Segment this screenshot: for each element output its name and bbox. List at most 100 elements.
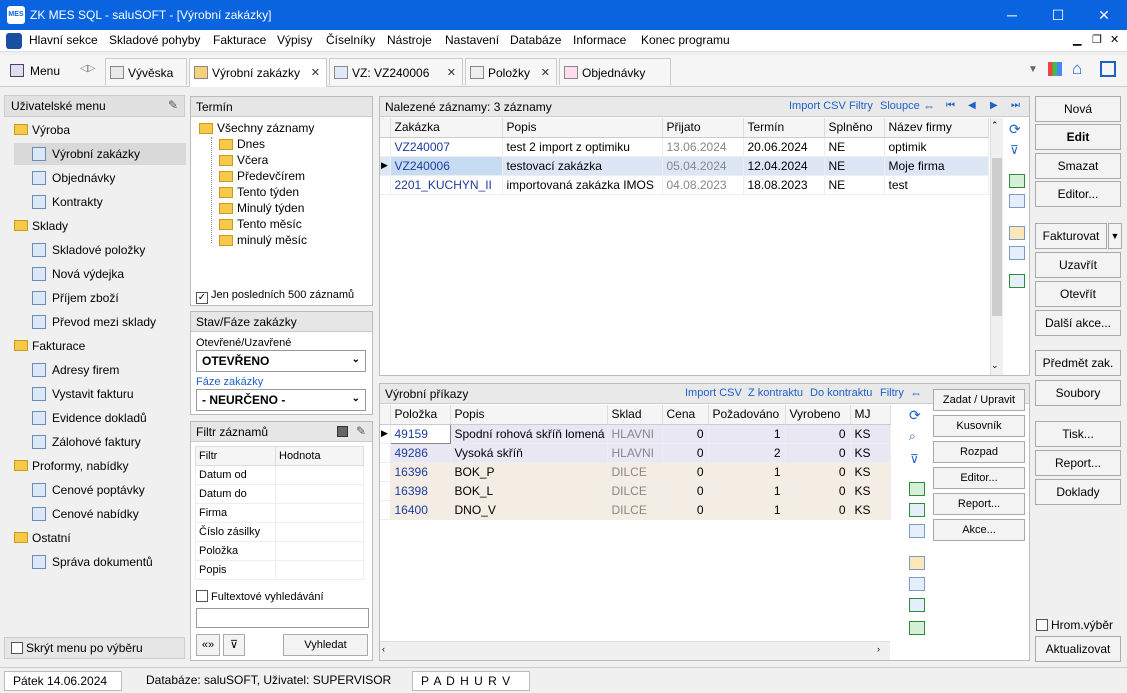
import-csv-link[interactable]: Import CSV [789,100,846,112]
menu-hlavni-sekce[interactable]: Hlavní sekce [29,33,98,47]
tab-nav-arrows-icon[interactable]: ◁▷ [80,63,95,74]
table-row[interactable]: ▶ VZ240006 testovací zakázka 05.04.2024 12.0… [380,156,989,176]
files-button[interactable]: Soubory [1035,380,1121,406]
prev-record-icon[interactable]: ◀ [968,100,976,111]
search-button[interactable]: Vyhledat [283,634,368,656]
fulltext-checkbox[interactable] [196,590,208,602]
grid-settings-icon[interactable] [909,577,925,591]
swap-icon[interactable]: ⇔ [923,99,935,113]
sidebar-item[interactable]: Skladové položky [14,239,186,261]
sidebar-item[interactable]: Převod mezi sklady [14,311,186,333]
sidebar-item[interactable]: Objednávky [14,167,186,189]
sidebar-section[interactable]: Fakturace [14,335,85,357]
filtr-row[interactable]: Položka [195,541,364,561]
fulltext-input[interactable] [196,608,369,628]
open-closed-select[interactable]: OTEVŘENO ⌄ [196,350,366,372]
close-button[interactable]: ✕ [1081,0,1127,30]
run-icon[interactable] [909,621,925,635]
maximize-button[interactable]: ☐ [1035,0,1081,30]
sidebar-item[interactable]: Cenové nabídky [14,503,186,525]
table-row[interactable]: 16396 BOK_P DILCE 0 1 0 KS [380,462,891,482]
hide-menu-checkbox[interactable] [11,642,23,654]
delete-button[interactable]: Smazat [1035,153,1121,179]
close-order-button[interactable]: Uzavřít [1035,252,1121,278]
filtr-row-value[interactable] [275,522,364,542]
filters-link[interactable]: Filtry [849,100,873,112]
termin-item[interactable]: Minulý týden [217,201,304,217]
filter-icon[interactable]: ⊽ [1010,143,1019,157]
column-header[interactable]: Cena [662,405,709,425]
edit-doc-icon[interactable] [909,556,925,570]
sidebar-item[interactable]: Zálohové faktury [14,431,186,453]
filtr-row[interactable]: Číslo zásilky [195,522,364,542]
print-icon[interactable] [909,524,925,538]
filtr-row[interactable]: Firma [195,503,364,523]
sidebar-section[interactable]: Proformy, nabídky [14,455,128,477]
sidebar-item[interactable]: Adresy firem [14,359,186,381]
filtr-row-value[interactable] [275,560,364,580]
bulk-select-checkbox[interactable] [1036,619,1048,631]
app-menu-icon[interactable] [6,33,22,49]
mdi-restore-icon[interactable]: ❐ [1092,33,1102,46]
first-record-icon[interactable]: ⏮ [946,100,955,111]
h-scrollbar[interactable]: ‹ › [380,641,890,660]
mdi-close-icon[interactable]: ✕ [1110,33,1119,46]
invoice-dropdown-icon[interactable]: ▼ [1108,223,1122,249]
menu-konec-programu[interactable]: Konec programu [641,33,730,47]
layout-icon[interactable] [909,598,925,612]
edit-pencil-icon[interactable]: ✎ [356,424,366,438]
save-icon[interactable] [337,426,348,437]
layout-icon[interactable] [1009,274,1025,288]
menu-databaze[interactable]: Databáze [510,33,561,47]
swap-icon[interactable]: ⇔ [910,386,922,400]
filtr-row[interactable]: Datum od [195,465,364,485]
new-button[interactable]: Nová [1035,96,1121,122]
grid-settings-icon[interactable] [1009,246,1025,260]
filtr-row[interactable]: Popis [195,560,364,580]
column-header[interactable]: Zakázka [390,118,503,138]
edit-pencil-icon[interactable]: ✎ [168,98,178,112]
tab-close-icon[interactable]: ✕ [447,66,456,79]
from-contract-link[interactable]: Z kontraktu [748,387,803,399]
sidebar-section[interactable]: Ostatní [14,527,71,549]
edit-doc-icon[interactable] [1009,226,1025,240]
next-record-icon[interactable]: ▶ [990,100,998,111]
termin-item[interactable]: Dnes [217,137,265,153]
table-row[interactable]: 2201_KUCHYN_II importovaná zakázka IMOS 04… [380,175,989,195]
edit-button[interactable]: Edit [1035,124,1121,150]
menu-nastaveni[interactable]: Nastavení [445,33,499,47]
termin-item[interactable]: minulý měsíc [217,233,307,249]
hide-menu-option[interactable]: Skrýt menu po výběru [4,637,185,659]
more-actions-button[interactable]: Další akce... [1035,310,1121,336]
column-header[interactable]: Termín [743,118,825,138]
menu-ciselniky[interactable]: Číselníky [326,33,375,47]
print-icon[interactable] [1009,194,1025,208]
prikazy-action-button[interactable]: Report... [933,493,1025,515]
last500-checkbox[interactable]: ✓ [196,292,208,304]
column-header[interactable]: Sklad [607,405,663,425]
last500-option[interactable]: ✓ Jen posledních 500 záznamů [196,289,354,304]
tab-vyveska[interactable]: Vývěska [105,58,187,85]
termin-item[interactable]: Tento měsíc [217,217,302,233]
columns-link[interactable]: Sloupce [880,100,920,112]
table-row[interactable]: 16398 BOK_L DILCE 0 1 0 KS [380,481,891,501]
window-layout-icon[interactable] [1100,61,1116,77]
scroll-thumb[interactable] [992,158,1002,316]
refresh-icon[interactable]: ⟳ [909,407,921,424]
print-button[interactable]: Tisk... [1035,421,1121,447]
tab-vyrobni-zakazky[interactable]: Výrobní zakázky ✕ [189,58,327,87]
last-record-icon[interactable]: ⏭ [1011,100,1020,111]
prikazy-action-button[interactable]: Rozpad [933,441,1025,463]
prikazy-action-button[interactable]: Editor... [933,467,1025,489]
column-header[interactable]: Vyrobeno [785,405,851,425]
tab-close-icon[interactable]: ✕ [541,66,550,79]
sidebar-item[interactable]: Evidence dokladů [14,407,186,429]
tab-close-icon[interactable]: ✕ [311,66,320,79]
filter-icon[interactable]: ⊽ [910,452,919,466]
table-row[interactable]: 49286 Vysoká skříň HLAVNI 0 2 0 KS [380,443,891,463]
prikazy-action-button[interactable]: Akce... [933,519,1025,541]
sidebar-item[interactable]: Nová výdejka [14,263,186,285]
menu-fakturace[interactable]: Fakturace [213,33,266,47]
documents-button[interactable]: Doklady [1035,479,1121,505]
tab-objednavky[interactable]: Objednávky [559,58,671,85]
